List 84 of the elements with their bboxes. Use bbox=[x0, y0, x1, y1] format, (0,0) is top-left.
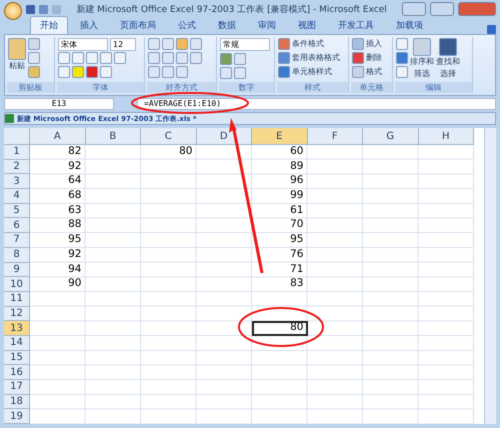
table-cell-text: 70 bbox=[289, 218, 304, 232]
cells-menu-button[interactable]: 删除 bbox=[352, 52, 382, 64]
group-label: 字体 bbox=[57, 82, 144, 93]
row-header[interactable]: 16 bbox=[4, 365, 30, 380]
table-cell-text: 76 bbox=[289, 248, 304, 262]
column-header[interactable]: D bbox=[196, 128, 252, 145]
table-cell-text: 92 bbox=[67, 160, 82, 174]
size-field[interactable]: 12 bbox=[110, 38, 136, 50]
row-header[interactable]: 7 bbox=[4, 233, 30, 248]
row-header[interactable]: 4 bbox=[4, 189, 30, 204]
group-label: 单元格 bbox=[351, 82, 392, 93]
column-header[interactable]: E bbox=[252, 128, 308, 145]
row-header[interactable]: 8 bbox=[4, 248, 30, 262]
ribbon-tab[interactable]: 审阅 bbox=[248, 16, 286, 34]
table-cell-text: 89 bbox=[289, 160, 304, 174]
cells-menu-button[interactable]: 格式 bbox=[352, 66, 382, 78]
table-cell-text: 63 bbox=[67, 204, 82, 218]
table-cell-text: 83 bbox=[289, 277, 304, 292]
column-header[interactable]: F bbox=[308, 128, 363, 145]
table-cell-text: 80 bbox=[178, 145, 194, 159]
row-header[interactable]: 15 bbox=[4, 350, 30, 366]
column-header[interactable]: A bbox=[30, 128, 86, 145]
font-field[interactable]: 宋体 bbox=[58, 38, 108, 50]
row-header[interactable]: 1 bbox=[4, 145, 30, 160]
formula-field[interactable]: =AVERAGE(E1:E10) bbox=[137, 98, 496, 110]
ribbon-tab[interactable]: 视图 bbox=[288, 16, 326, 34]
table-cell-text: 61 bbox=[289, 204, 304, 218]
table-cell-text: 90 bbox=[67, 277, 82, 292]
close-button[interactable] bbox=[458, 2, 496, 16]
table-cell-text: 96 bbox=[289, 174, 304, 188]
row-header[interactable]: 11 bbox=[4, 292, 30, 307]
column-header[interactable]: C bbox=[141, 128, 196, 145]
table-cell-text: 68 bbox=[67, 189, 82, 204]
table-cell-text: 60 bbox=[289, 145, 304, 159]
column-header[interactable]: G bbox=[363, 128, 418, 145]
table-cell-text: 88 bbox=[67, 218, 82, 232]
group-label: 对齐方式 bbox=[147, 82, 216, 93]
ribbon-tab[interactable]: 加载项 bbox=[386, 16, 433, 34]
ribbon-tab[interactable]: 公式 bbox=[168, 16, 206, 34]
minimize-button[interactable] bbox=[402, 2, 426, 16]
row-header[interactable]: 2 bbox=[4, 160, 30, 174]
window-title: 新建 Microsoft Office Excel 97-2003 工作表 [兼容模式] - Microsoft Excel bbox=[75, 4, 388, 16]
column-header[interactable]: B bbox=[86, 128, 141, 145]
row-header[interactable]: 6 bbox=[4, 218, 30, 234]
maximize-button[interactable] bbox=[430, 2, 454, 16]
group-label: 剪贴板 bbox=[7, 82, 54, 93]
row-header[interactable]: 5 bbox=[4, 204, 30, 218]
group-label: 编辑 bbox=[395, 82, 472, 93]
row-header[interactable]: 17 bbox=[4, 380, 30, 395]
office-button[interactable] bbox=[4, 2, 22, 20]
editing-button[interactable]: 排序和 筛选 bbox=[410, 38, 434, 81]
table-cell-text: 94 bbox=[67, 262, 82, 276]
row-header[interactable]: 14 bbox=[4, 336, 30, 351]
table-cell-text: 71 bbox=[289, 262, 304, 276]
table-cell-text: 95 bbox=[289, 233, 304, 248]
style-menu-button[interactable]: 条件格式 bbox=[278, 38, 340, 50]
row-header[interactable]: 18 bbox=[4, 394, 30, 410]
select-all-corner[interactable] bbox=[4, 128, 30, 145]
vertical-scrollbar[interactable] bbox=[484, 128, 496, 424]
group-label: 数字 bbox=[219, 82, 274, 93]
editing-button[interactable]: 查找和 选择 bbox=[436, 38, 460, 81]
row-header[interactable]: 3 bbox=[4, 174, 30, 190]
style-menu-button[interactable]: 套用表格格式 bbox=[278, 52, 340, 64]
ribbon-tab[interactable]: 开始 bbox=[30, 16, 68, 34]
ribbon-tab[interactable]: 数据 bbox=[208, 16, 246, 34]
table-cell-text: 82 bbox=[67, 145, 82, 159]
table-cell-text: 99 bbox=[289, 189, 304, 204]
row-header[interactable]: 12 bbox=[4, 306, 30, 322]
table-cell-text: 95 bbox=[67, 233, 82, 248]
group-label: 样式 bbox=[277, 82, 348, 93]
cells-menu-button[interactable]: 插入 bbox=[352, 38, 382, 50]
ribbon-tab[interactable]: 插入 bbox=[70, 16, 108, 34]
ribbon-tab[interactable]: 开发工具 bbox=[328, 16, 384, 34]
name-box[interactable]: E13 bbox=[4, 98, 114, 110]
column-header[interactable]: H bbox=[418, 128, 474, 145]
row-header[interactable]: 10 bbox=[4, 277, 30, 292]
number-format-field[interactable]: 常规 bbox=[220, 38, 270, 51]
row-header[interactable]: 19 bbox=[4, 409, 30, 424]
row-header[interactable]: 13 bbox=[4, 321, 30, 336]
style-menu-button[interactable]: 单元格样式 bbox=[278, 66, 340, 78]
row-header[interactable]: 9 bbox=[4, 262, 30, 278]
ribbon-tab[interactable]: 页面布局 bbox=[110, 16, 166, 34]
table-cell-text: 64 bbox=[67, 174, 82, 188]
table-cell-text: 92 bbox=[67, 248, 82, 262]
